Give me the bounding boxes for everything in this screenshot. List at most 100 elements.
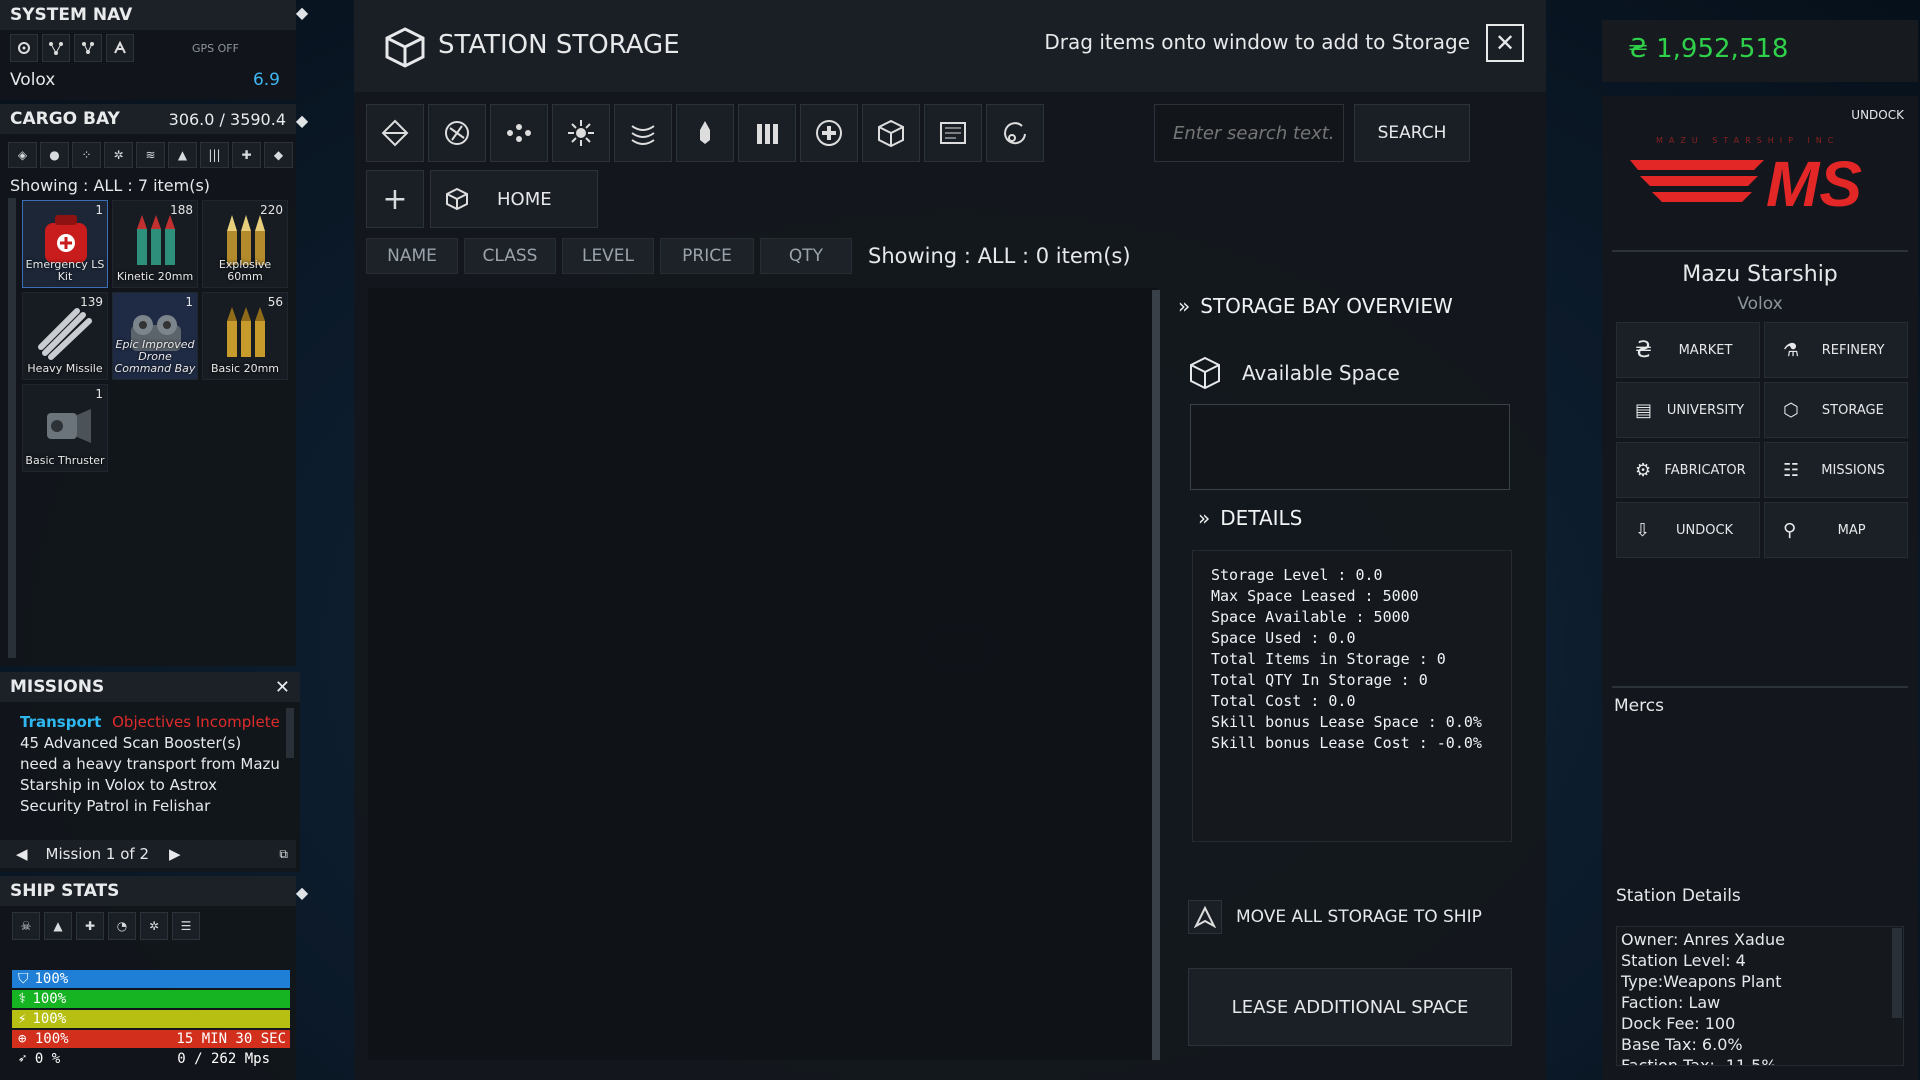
filter-missile-icon[interactable]: ▲ <box>168 142 197 168</box>
ship-icon[interactable]: ▲ <box>44 912 72 940</box>
cargo-item[interactable]: 1 Emergency LS Kit <box>22 200 108 288</box>
speed-icon: ➶ <box>18 1051 27 1067</box>
kinetic-ammo-icon <box>127 211 185 269</box>
filter-all-icon[interactable]: ◈ <box>8 142 37 168</box>
skull-icon[interactable]: ☠ <box>12 912 40 940</box>
filter-drone-icon[interactable]: ⁘ <box>72 142 101 168</box>
filter-module-icon[interactable]: ≋ <box>136 142 165 168</box>
ship-stats-title: SHIP STATS <box>0 876 296 906</box>
cargo-item[interactable]: 220 Explosive 60mm <box>202 200 288 288</box>
home-tab[interactable]: HOME <box>430 170 598 228</box>
item-name: Explosive 60mm <box>218 258 272 283</box>
search-input[interactable] <box>1173 122 1333 144</box>
cargo-bay-panel: CARGO BAY 306.0 / 3590.4 ◆ ◈ ● ⁘ ✲ ≋ ▲ |… <box>0 104 308 666</box>
storage-overview: » STORAGE BAY OVERVIEW Available Space »… <box>1164 286 1546 1080</box>
mission-scrollbar[interactable] <box>286 708 294 758</box>
route-icon[interactable] <box>42 34 70 62</box>
expand-stats-icon[interactable]: ◆ <box>292 880 312 904</box>
item-qty: 56 <box>267 295 283 309</box>
station-panel: UNDOCK MS MAZU STARSHIP INC Mazu Starshi… <box>1602 96 1918 1080</box>
filter-ammo-icon[interactable]: ||| <box>200 142 229 168</box>
cargo-item[interactable]: 139 Heavy Missile <box>22 292 108 380</box>
prev-mission-icon[interactable]: ◀ <box>16 845 28 863</box>
map-icon: ⚲ <box>1783 519 1797 541</box>
cargo-item[interactable]: 188 Kinetic 20mm <box>112 200 198 288</box>
target-icon[interactable] <box>10 34 38 62</box>
missions-button[interactable]: ☷ MISSIONS <box>1764 442 1908 498</box>
station-logo: MS MAZU STARSHIP INC <box>1626 130 1898 222</box>
storage-button[interactable]: ⬡ STORAGE <box>1764 382 1908 438</box>
filter-drone-icon[interactable] <box>490 104 548 162</box>
fabricator-button[interactable]: ⚙ FABRICATOR <box>1616 442 1760 498</box>
filter-special-icon[interactable] <box>986 104 1044 162</box>
details-scrollbar[interactable] <box>1892 928 1902 1018</box>
market-button[interactable]: ₴ MARKET <box>1616 322 1760 378</box>
gps-status: GPS OFF <box>192 42 239 55</box>
overview-title: STORAGE BAY OVERVIEW <box>1200 294 1453 318</box>
university-label: UNIVERSITY <box>1666 402 1745 418</box>
filter-misc-icon[interactable]: ◆ <box>264 142 293 168</box>
add-icon[interactable]: + <box>366 170 424 228</box>
repair-icon[interactable]: ✚ <box>76 912 104 940</box>
station-detail-line: Owner: Anres Xadue <box>1621 930 1785 949</box>
jump-icon[interactable] <box>106 34 134 62</box>
undock-link[interactable]: UNDOCK <box>1851 108 1904 122</box>
detail-line: Total QTY In Storage : 0 <box>1211 671 1428 689</box>
refinery-button[interactable]: ⚗ REFINERY <box>1764 322 1908 378</box>
cargo-scrollbar[interactable] <box>8 198 16 658</box>
box-icon <box>1190 356 1220 390</box>
energy-bar: ⚡ 100% <box>12 1010 290 1028</box>
cargo-showing: Showing : ALL : 7 item(s) <box>10 176 211 195</box>
search-button[interactable]: SEARCH <box>1354 104 1470 162</box>
station-storage-window: STATION STORAGE Drag items onto window t… <box>354 0 1546 1080</box>
filter-all-icon[interactable] <box>366 104 424 162</box>
sort-price-tab[interactable]: PRICE <box>660 238 754 274</box>
filter-turret-icon[interactable]: ✲ <box>104 142 133 168</box>
cargo-item[interactable]: 1 Basic Thruster <box>22 384 108 472</box>
filter-repair-icon[interactable]: ✚ <box>232 142 261 168</box>
filter-ore-icon[interactable]: ● <box>40 142 69 168</box>
next-mission-icon[interactable]: ▶ <box>169 845 181 863</box>
ship-icon <box>1188 900 1222 934</box>
popout-icon[interactable]: ⧉ <box>279 847 288 862</box>
filter-ore-icon[interactable] <box>428 104 486 162</box>
storage-item-list[interactable] <box>368 288 1158 1060</box>
sort-qty-tab[interactable]: QTY <box>760 238 852 274</box>
move-all-button[interactable]: MOVE ALL STORAGE TO SHIP <box>1188 900 1482 934</box>
undock-icon: ⇩ <box>1635 519 1651 541</box>
waypoint-icon[interactable] <box>74 34 102 62</box>
filter-module-icon[interactable] <box>614 104 672 162</box>
list-icon[interactable]: ☰ <box>172 912 200 940</box>
undock-button[interactable]: ⇩ UNDOCK <box>1616 502 1760 558</box>
filter-missile-icon[interactable] <box>676 104 734 162</box>
university-button[interactable]: ▤ UNIVERSITY <box>1616 382 1760 438</box>
settings-icon[interactable]: ✲ <box>140 912 168 940</box>
cargo-item[interactable]: 1 Epic Improved Drone Command Bay <box>112 292 198 380</box>
refinery-label: REFINERY <box>1821 342 1885 358</box>
panel-divider[interactable] <box>1152 290 1160 1060</box>
close-icon[interactable]: ✕ <box>1486 24 1524 62</box>
item-name: Kinetic 20mm <box>116 270 194 283</box>
filter-cargo-icon[interactable] <box>862 104 920 162</box>
station-detail-line: Dock Fee: 100 <box>1621 1014 1736 1033</box>
expand-nav-icon[interactable]: ◆ <box>292 0 312 24</box>
map-label: MAP <box>1837 522 1866 538</box>
sort-level-tab[interactable]: LEVEL <box>562 238 654 274</box>
detail-line: Max Space Leased : 5000 <box>1211 587 1419 605</box>
cargo-item[interactable]: 56 Basic 20mm <box>202 292 288 380</box>
radar-icon[interactable]: ◔ <box>108 912 136 940</box>
sort-class-tab[interactable]: CLASS <box>464 238 556 274</box>
home-label: HOME <box>497 188 552 210</box>
missions-panel: MISSIONS ✕ Transport Objectives Incomple… <box>0 672 300 872</box>
filter-blueprint-icon[interactable] <box>924 104 982 162</box>
sort-name-tab[interactable]: NAME <box>366 238 458 274</box>
expand-cargo-icon[interactable]: ◆ <box>292 108 312 132</box>
close-icon[interactable]: ✕ <box>275 677 290 698</box>
available-space-box <box>1190 404 1510 490</box>
item-name: Epic Improved Drone Command Bay <box>114 338 196 375</box>
map-button[interactable]: ⚲ MAP <box>1764 502 1908 558</box>
lease-space-button[interactable]: LEASE ADDITIONAL SPACE <box>1188 968 1512 1046</box>
filter-repair-icon[interactable] <box>800 104 858 162</box>
filter-ammo-icon[interactable] <box>738 104 796 162</box>
filter-turret-icon[interactable] <box>552 104 610 162</box>
